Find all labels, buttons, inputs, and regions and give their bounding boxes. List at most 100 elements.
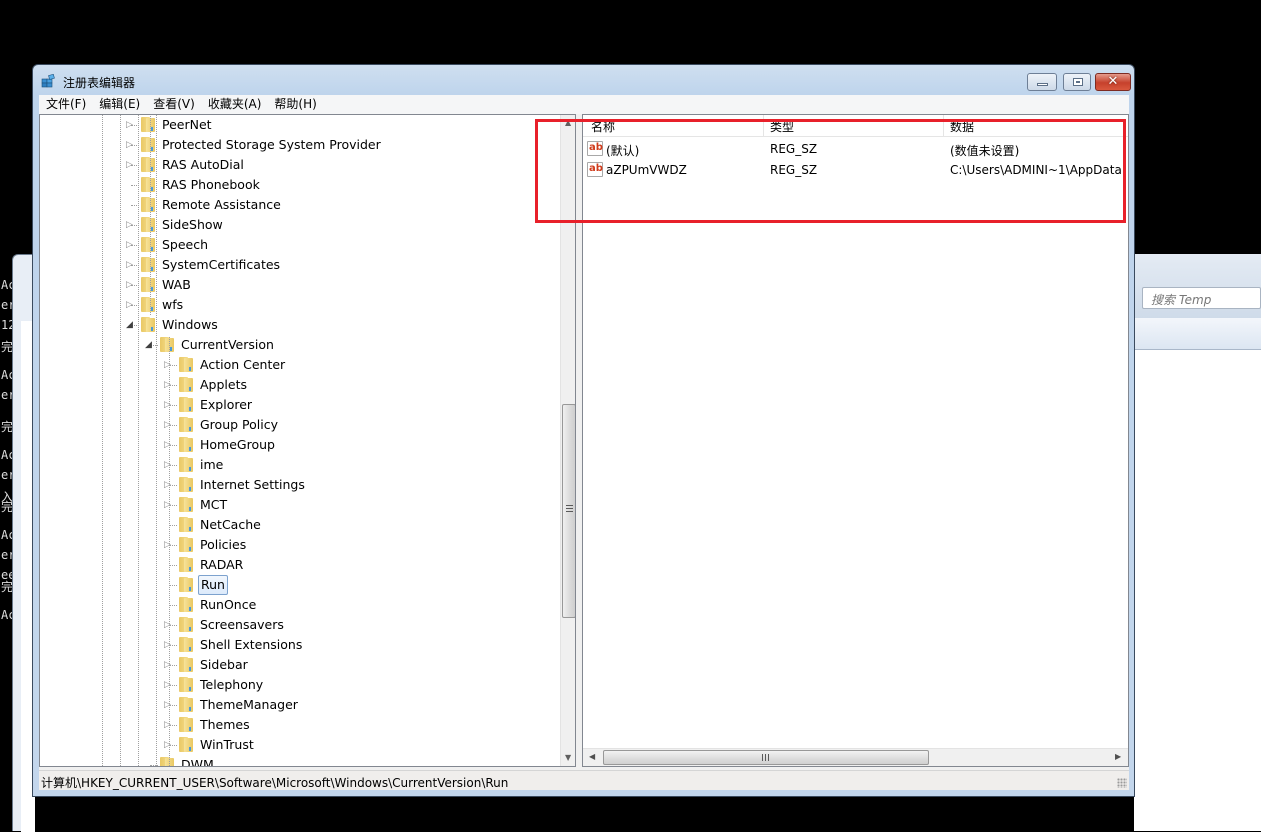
tree-item[interactable]: ▷ ThemeManager bbox=[40, 695, 560, 715]
scroll-down-arrow-icon[interactable]: ▼ bbox=[565, 753, 571, 762]
explorer-search-input[interactable]: 搜索 Temp bbox=[1142, 287, 1261, 309]
tree-connector bbox=[169, 585, 177, 586]
title-bar[interactable]: 注册表编辑器 ✕ bbox=[33, 65, 1134, 95]
tree-item-label: WinTrust bbox=[200, 737, 254, 752]
menu-view[interactable]: 查看(V) bbox=[146, 95, 201, 113]
tree-guide-line bbox=[150, 115, 151, 315]
tree-item-label: Group Policy bbox=[200, 417, 278, 432]
tree-item[interactable]: ▷ Protected Storage System Provider bbox=[40, 135, 560, 155]
tree-item[interactable]: ▷ Group Policy bbox=[40, 415, 560, 435]
tree-item-label: MCT bbox=[200, 497, 228, 512]
tree-item[interactable]: Run bbox=[40, 575, 560, 595]
tree-item[interactable]: ▷ Shell Extensions bbox=[40, 635, 560, 655]
folder-icon bbox=[159, 337, 175, 352]
tree-item[interactable]: ▷ SideShow bbox=[40, 215, 560, 235]
tree-item[interactable]: RADAR bbox=[40, 555, 560, 575]
tree-item[interactable]: ▷ Sidebar bbox=[40, 655, 560, 675]
expand-arrow-icon[interactable]: ▷ bbox=[126, 155, 136, 175]
tree-item-label: RAS Phonebook bbox=[162, 177, 260, 192]
tree-item[interactable]: ▷ Telephony bbox=[40, 675, 560, 695]
tree-item-label: HomeGroup bbox=[200, 437, 275, 452]
tree-item[interactable]: ▷ Action Center bbox=[40, 355, 560, 375]
tree-item-label: Telephony bbox=[200, 677, 264, 692]
folder-icon bbox=[178, 457, 194, 472]
list-scroll-thumb[interactable] bbox=[603, 750, 929, 765]
tree-item[interactable]: DWM bbox=[40, 755, 560, 766]
registry-editor-icon bbox=[41, 74, 55, 88]
maximize-button[interactable] bbox=[1063, 73, 1091, 91]
list-horizontal-scrollbar[interactable]: ◀ ▶ bbox=[583, 748, 1128, 766]
folder-icon bbox=[178, 737, 194, 752]
red-highlight-annotation bbox=[535, 119, 1126, 223]
tree-item-label: ThemeManager bbox=[200, 697, 298, 712]
menu-bar: 文件(F) 编辑(E) 查看(V) 收藏夹(A) 帮助(H) bbox=[39, 95, 1129, 114]
scroll-right-arrow-icon[interactable]: ▶ bbox=[1115, 752, 1121, 761]
background-explorer-window-right-edge: 搜索 Temp bbox=[1134, 254, 1261, 831]
tree-item[interactable]: ▷ SystemCertificates bbox=[40, 255, 560, 275]
folder-icon bbox=[140, 197, 156, 212]
tree-item[interactable]: ▷ Screensavers bbox=[40, 615, 560, 635]
menu-help[interactable]: 帮助(H) bbox=[267, 95, 322, 113]
folder-icon bbox=[178, 437, 194, 452]
tree-item[interactable]: ▷ Applets bbox=[40, 375, 560, 395]
tree-item[interactable]: ◢ Windows bbox=[40, 315, 560, 335]
tree-item[interactable]: ▷ WAB bbox=[40, 275, 560, 295]
expand-arrow-icon[interactable]: ▷ bbox=[126, 135, 136, 155]
tree-item-label: Speech bbox=[162, 237, 209, 252]
folder-icon bbox=[140, 277, 156, 292]
menu-file[interactable]: 文件(F) bbox=[39, 95, 92, 113]
current-key-path: 计算机\HKEY_CURRENT_USER\Software\Microsoft… bbox=[41, 776, 509, 790]
expand-arrow-icon[interactable]: ▷ bbox=[126, 275, 136, 295]
tree-item[interactable]: ▷ Explorer bbox=[40, 395, 560, 415]
tree-item[interactable]: ◢ CurrentVersion bbox=[40, 335, 560, 355]
collapse-arrow-icon[interactable]: ◢ bbox=[145, 335, 155, 355]
folder-icon bbox=[140, 237, 156, 252]
tree-scroll-thumb[interactable] bbox=[562, 404, 575, 618]
collapse-arrow-icon[interactable]: ◢ bbox=[126, 315, 136, 335]
tree-item[interactable]: RunOnce bbox=[40, 595, 560, 615]
tree-item[interactable]: RAS Phonebook bbox=[40, 175, 560, 195]
folder-icon bbox=[159, 757, 175, 766]
tree-item[interactable]: ▷ Themes bbox=[40, 715, 560, 735]
folder-icon bbox=[178, 377, 194, 392]
folder-icon bbox=[140, 177, 156, 192]
expand-arrow-icon[interactable]: ▷ bbox=[126, 115, 136, 135]
tree-item[interactable]: ▷ PeerNet bbox=[40, 115, 560, 135]
folder-icon bbox=[178, 357, 194, 372]
menu-favorites[interactable]: 收藏夹(A) bbox=[201, 95, 268, 113]
tree-item[interactable]: Remote Assistance bbox=[40, 195, 560, 215]
tree-item-label: Internet Settings bbox=[200, 477, 305, 492]
scroll-left-arrow-icon[interactable]: ◀ bbox=[589, 752, 595, 761]
minimize-button[interactable] bbox=[1027, 73, 1057, 91]
folder-icon bbox=[140, 157, 156, 172]
tree-item-label: CurrentVersion bbox=[181, 337, 274, 352]
close-button[interactable]: ✕ bbox=[1095, 73, 1131, 91]
tree-item[interactable]: ▷ HomeGroup bbox=[40, 435, 560, 455]
folder-icon bbox=[178, 617, 194, 632]
expand-arrow-icon[interactable]: ▷ bbox=[126, 295, 136, 315]
expand-arrow-icon[interactable]: ▷ bbox=[126, 215, 136, 235]
tree-item-label: Windows bbox=[162, 317, 218, 332]
folder-icon bbox=[178, 417, 194, 432]
tree-item-label: Applets bbox=[200, 377, 247, 392]
tree-item[interactable]: ▷ WinTrust bbox=[40, 735, 560, 755]
tree-item[interactable]: ▷ MCT bbox=[40, 495, 560, 515]
tree-item-label: Run bbox=[198, 575, 228, 595]
tree-item[interactable]: NetCache bbox=[40, 515, 560, 535]
tree-item[interactable]: ▷ RAS AutoDial bbox=[40, 155, 560, 175]
menu-edit[interactable]: 编辑(E) bbox=[92, 95, 146, 113]
registry-key-tree: ▷ PeerNet ▷ Protected Storage System Provid… bbox=[39, 114, 576, 767]
tree-item[interactable]: ▷ Internet Settings bbox=[40, 475, 560, 495]
resize-grip-icon[interactable] bbox=[1117, 778, 1127, 788]
tree-item[interactable]: ▷ wfs bbox=[40, 295, 560, 315]
tree-item[interactable]: ▷ ime bbox=[40, 455, 560, 475]
folder-icon bbox=[178, 577, 194, 592]
tree-item[interactable]: ▷ Speech bbox=[40, 235, 560, 255]
tree-item-label: WAB bbox=[162, 277, 191, 292]
tree-item-label: Shell Extensions bbox=[200, 637, 303, 652]
tree-item-label: SideShow bbox=[162, 217, 223, 232]
tree-item[interactable]: ▷ Policies bbox=[40, 535, 560, 555]
expand-arrow-icon[interactable]: ▷ bbox=[126, 235, 136, 255]
minimize-icon bbox=[1037, 83, 1048, 86]
expand-arrow-icon[interactable]: ▷ bbox=[126, 255, 136, 275]
